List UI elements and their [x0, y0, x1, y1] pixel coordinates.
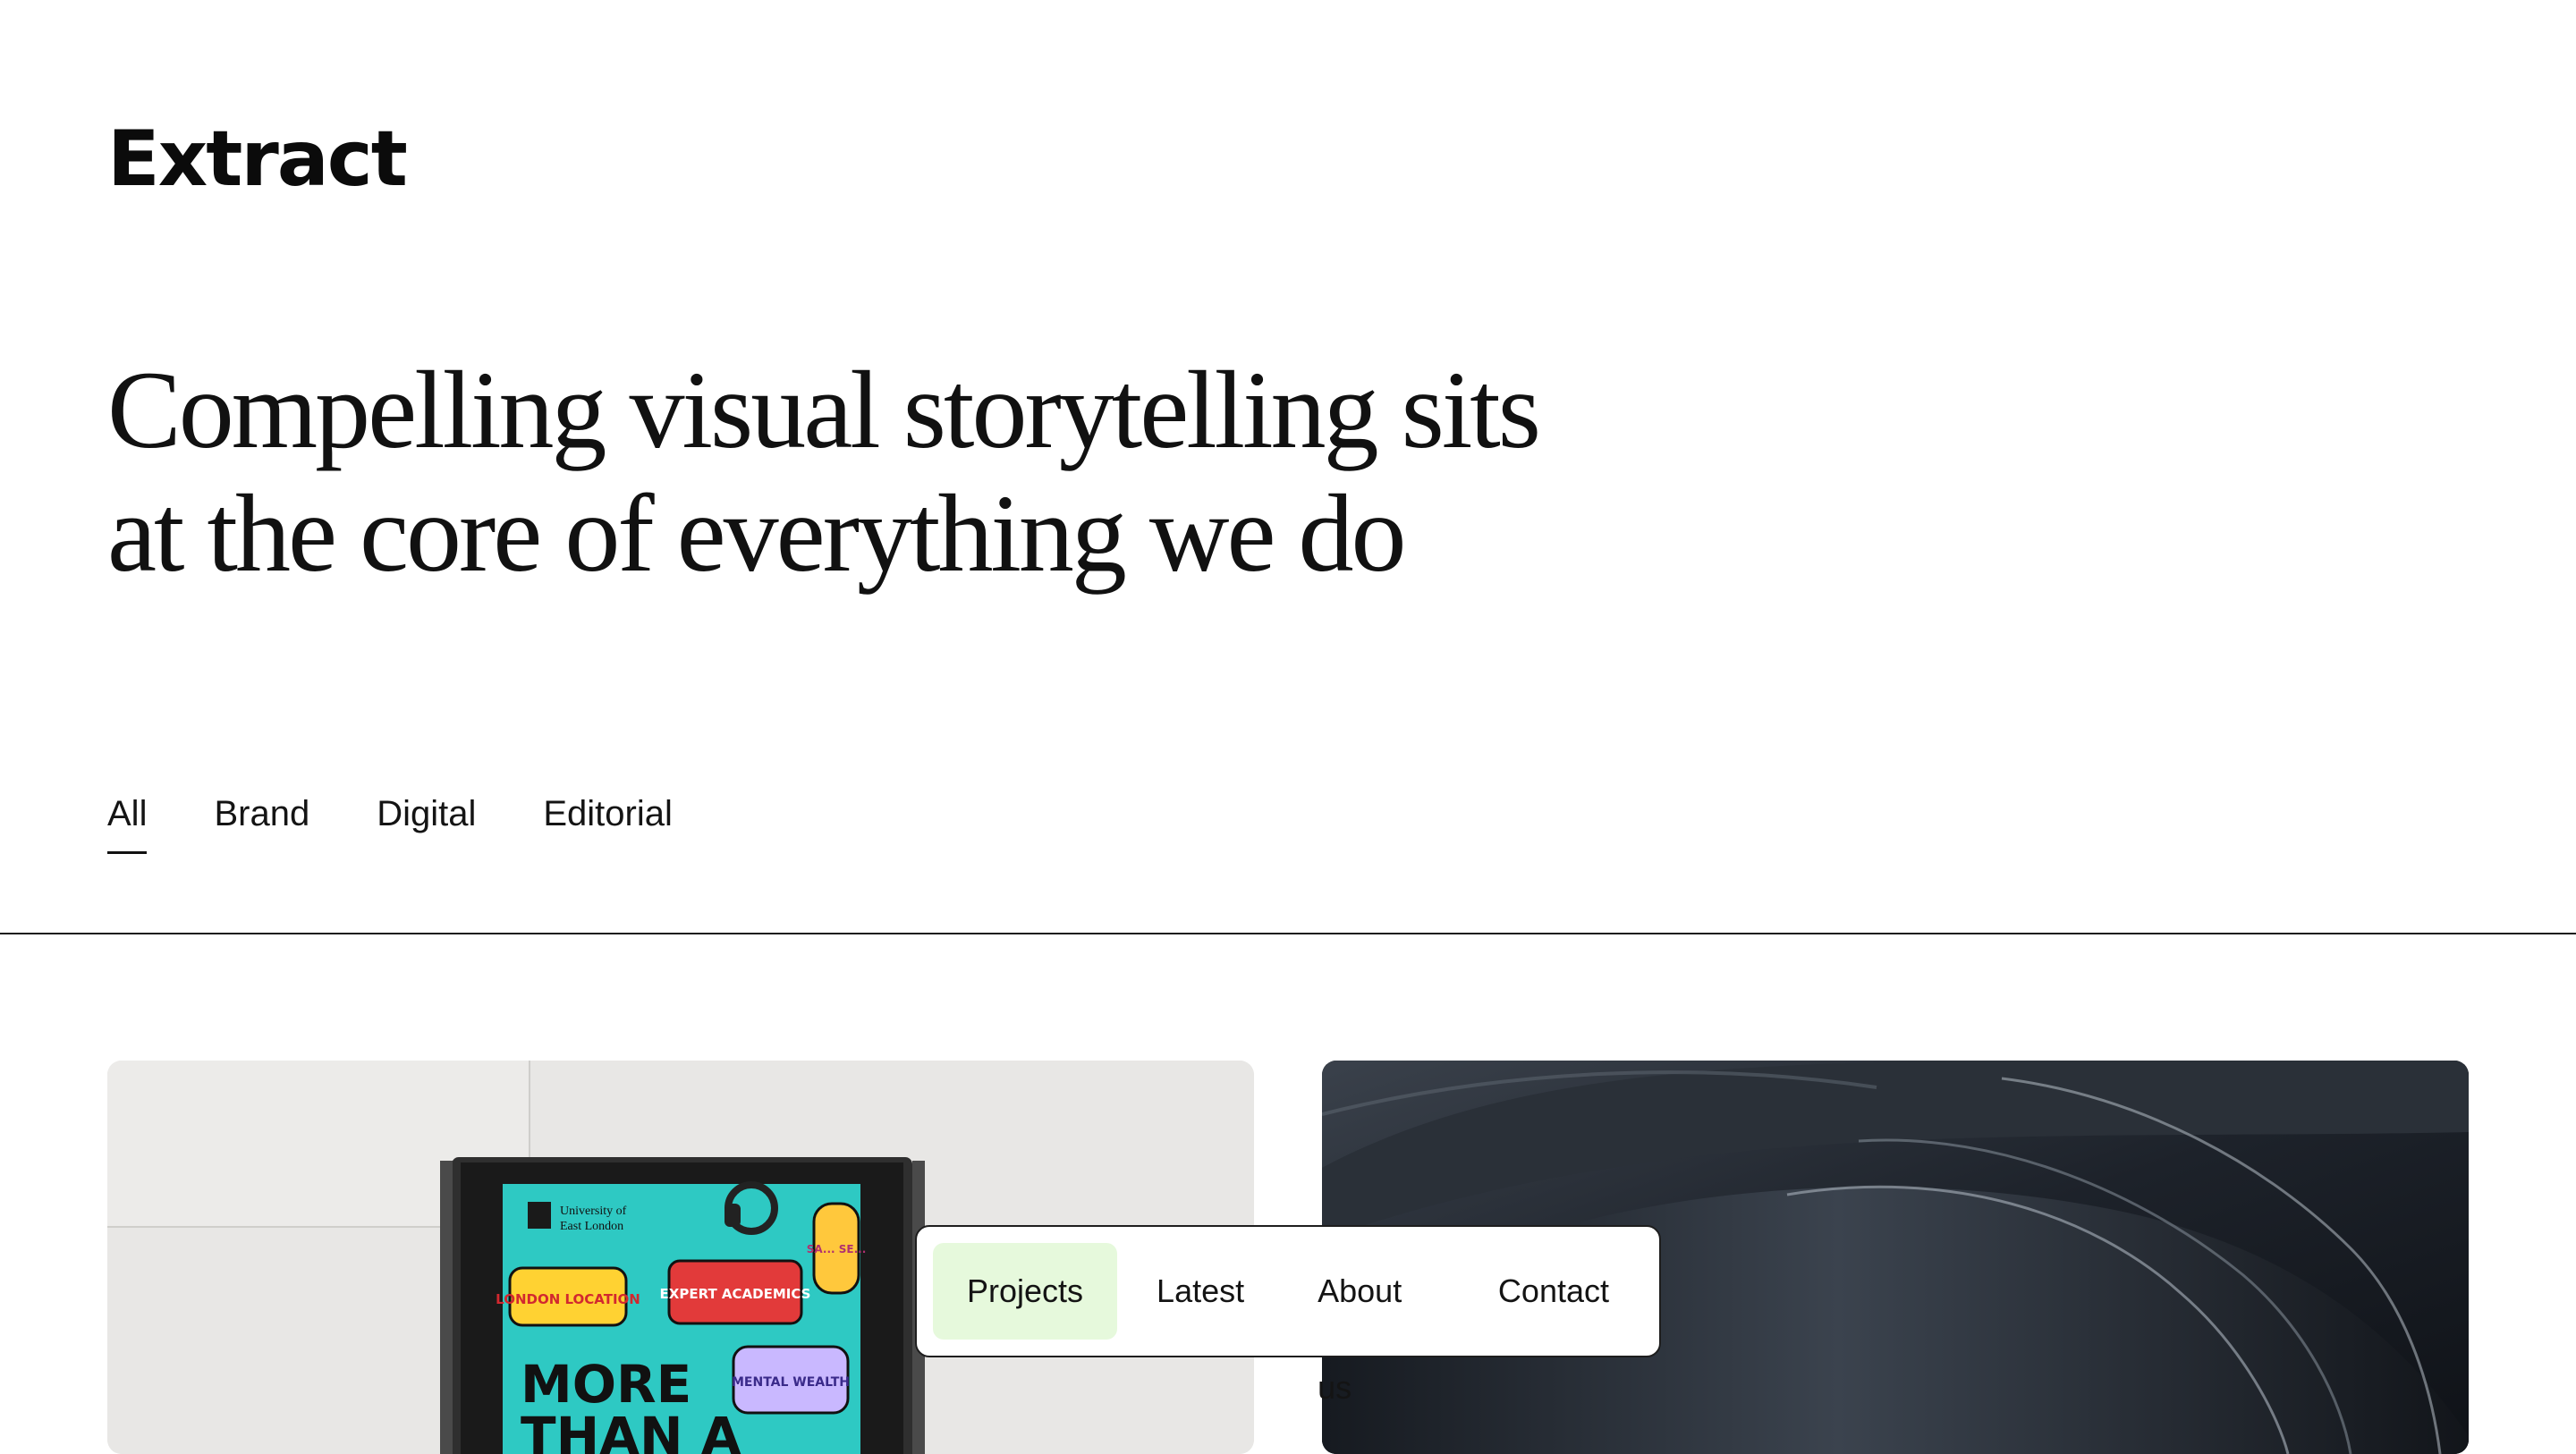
svg-text:MENTAL WEALTH: MENTAL WEALTH — [732, 1375, 850, 1390]
filter-tab-all[interactable]: All — [107, 787, 148, 854]
svg-text:LONDON LOCATION: LONDON LOCATION — [496, 1291, 640, 1307]
svg-text:EXPERT ACADEMICS: EXPERT ACADEMICS — [660, 1286, 811, 1302]
section-divider — [0, 933, 2576, 934]
nav-item-about-us[interactable]: About us — [1284, 1243, 1459, 1406]
hero-headline: Compelling visual storytelling sits at t… — [107, 349, 1628, 596]
svg-text:SA... SE...: SA... SE... — [807, 1243, 867, 1255]
hero-headline-line-2: at the core of everything we do — [107, 472, 1406, 595]
poster-sticker-expert-academics: EXPERT ACADEMICS — [660, 1259, 811, 1325]
hero-headline-line-1: Compelling visual storytelling sits — [107, 349, 1541, 471]
filter-tab-brand[interactable]: Brand — [214, 787, 309, 854]
filter-tab-digital[interactable]: Digital — [377, 787, 476, 854]
poster-sticker-mental-wealth: MENTAL WEALTH — [732, 1345, 850, 1415]
poster-institution-line-2: East London — [560, 1220, 623, 1233]
filter-tab-editorial[interactable]: Editorial — [543, 787, 673, 854]
site-logo[interactable]: Extract — [107, 114, 408, 204]
floating-nav-bar: Projects Latest About us Contact — [915, 1225, 1661, 1406]
nav-item-contact[interactable]: Contact — [1464, 1243, 1643, 1340]
poster-headline-2: THAN A — [521, 1406, 741, 1454]
nav-item-projects[interactable]: Projects — [933, 1243, 1118, 1340]
category-filter-tabs: All Brand Digital Editorial — [107, 787, 673, 854]
poster-institution-line-1: University of — [560, 1205, 627, 1218]
poster-sticker-london-location: LONDON LOCATION — [496, 1266, 640, 1327]
nav-item-latest[interactable]: Latest — [1123, 1243, 1278, 1340]
poster-sticker-partial: SA... SE... — [807, 1202, 867, 1295]
